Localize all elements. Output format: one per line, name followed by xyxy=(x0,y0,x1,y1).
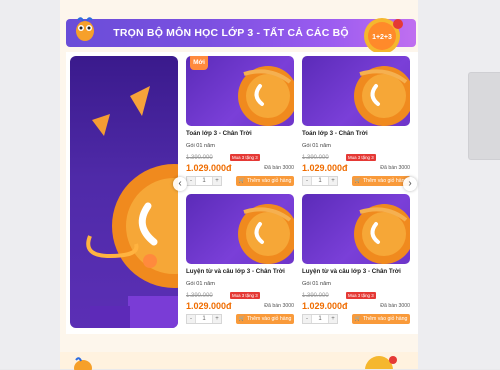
decrease-button[interactable]: - xyxy=(303,315,311,323)
thumbnail-art xyxy=(354,204,410,264)
current-price: 1.029.000đ xyxy=(302,301,348,311)
carousel-next-button[interactable]: › xyxy=(403,177,417,191)
promo-badge: Mua 3 tặng 3 xyxy=(346,292,376,299)
old-price: 1.390.000 xyxy=(302,293,329,299)
increase-button[interactable]: + xyxy=(213,177,221,185)
old-price: 1.390.000 xyxy=(302,155,329,161)
old-price: 1.390.000 xyxy=(186,155,213,161)
cart-icon: 🛒 xyxy=(354,178,362,184)
product-thumbnail[interactable] xyxy=(302,56,410,126)
product-plan: Gói 01 năm xyxy=(186,143,215,149)
hero-promo-image[interactable] xyxy=(70,56,178,328)
new-badge: Mới xyxy=(190,56,208,70)
add-to-cart-label: Thêm vào giỏ hàng xyxy=(247,316,292,322)
banner-title: TRỌN BỘ MÔN HỌC LỚP 3 - TẤT CẢ CÁC BỘ SÁ… xyxy=(113,27,349,39)
product-card[interactable]: Luyện từ và câu lớp 3 - Chân Trời Gói 01… xyxy=(186,194,294,326)
cart-icon: 🛒 xyxy=(354,316,362,322)
promo-badge: Mua 3 tặng 3 xyxy=(230,154,260,161)
quantity-stepper: - 1 + xyxy=(186,176,222,186)
product-card[interactable]: Mới Toán lớp 3 - Chân Trời Gói 01 năm 1.… xyxy=(186,56,294,188)
increase-button[interactable]: + xyxy=(329,315,337,323)
quantity-stepper: - 1 + xyxy=(302,176,338,186)
product-thumbnail[interactable]: Mới xyxy=(186,56,294,126)
carousel-prev-button[interactable]: ‹ xyxy=(173,177,187,191)
product-plan: Gói 01 năm xyxy=(186,281,215,287)
add-to-cart-button[interactable]: 🛒 Thêm vào giỏ hàng xyxy=(352,176,410,186)
product-title[interactable]: Toán lớp 3 - Chân Trời xyxy=(186,130,294,137)
product-thumbnail[interactable] xyxy=(186,194,294,264)
thumbnail-art xyxy=(354,66,410,126)
sold-count: Đã bán 3000 xyxy=(380,303,410,309)
add-to-cart-label: Thêm vào giỏ hàng xyxy=(363,178,408,184)
cart-icon: 🛒 xyxy=(238,178,246,184)
side-scroll-tab[interactable] xyxy=(468,72,500,160)
decrease-button[interactable]: - xyxy=(187,315,195,323)
increase-button[interactable]: + xyxy=(329,177,337,185)
add-to-cart-button[interactable]: 🛒 Thêm vào giỏ hàng xyxy=(236,176,294,186)
product-plan: Gói 01 năm xyxy=(302,143,331,149)
product-card[interactable]: Toán lớp 3 - Chân Trời Gói 01 năm 1.390.… xyxy=(302,56,410,188)
badge-text: 1+2+3 xyxy=(372,34,392,41)
thumbnail-art xyxy=(238,204,294,264)
promo-badge: Mua 3 tặng 3 xyxy=(230,292,260,299)
quantity-input[interactable]: 1 xyxy=(195,315,213,323)
product-title[interactable]: Luyện từ và câu lớp 3 - Chân Trời xyxy=(302,268,410,275)
math-badge-icon: 1+2+3 xyxy=(364,18,403,54)
add-to-cart-button[interactable]: 🛒 Thêm vào giỏ hàng xyxy=(236,314,294,324)
add-to-cart-button[interactable]: 🛒 Thêm vào giỏ hàng xyxy=(352,314,410,324)
cart-icon: 🛒 xyxy=(238,316,246,322)
promo-badge: Mua 3 tặng 3 xyxy=(346,154,376,161)
increase-button[interactable]: + xyxy=(213,315,221,323)
sold-count: Đã bán 3000 xyxy=(264,303,294,309)
product-plan: Gói 01 năm xyxy=(302,281,331,287)
current-price: 1.029.000đ xyxy=(186,163,232,173)
math-badge-icon xyxy=(365,356,397,369)
current-price: 1.029.000đ xyxy=(186,301,232,311)
left-margin xyxy=(0,0,60,369)
mascot-icon xyxy=(74,357,92,370)
quantity-stepper: - 1 + xyxy=(186,314,222,324)
hero-illustration xyxy=(86,86,178,328)
add-to-cart-label: Thêm vào giỏ hàng xyxy=(247,178,292,184)
decrease-button[interactable]: - xyxy=(187,177,195,185)
decrease-button[interactable]: - xyxy=(303,177,311,185)
quantity-input[interactable]: 1 xyxy=(195,177,213,185)
product-title[interactable]: Luyện từ và câu lớp 3 - Chân Trời xyxy=(186,268,294,275)
right-margin xyxy=(418,0,500,369)
add-to-cart-label: Thêm vào giỏ hàng xyxy=(363,316,408,322)
current-price: 1.029.000đ xyxy=(302,163,348,173)
product-card[interactable]: Luyện từ và câu lớp 3 - Chân Trời Gói 01… xyxy=(302,194,410,326)
quantity-stepper: - 1 + xyxy=(302,314,338,324)
sold-count: Đã bán 3000 xyxy=(264,165,294,171)
sold-count: Đã bán 3000 xyxy=(380,165,410,171)
quantity-input[interactable]: 1 xyxy=(311,315,329,323)
product-title[interactable]: Toán lớp 3 - Chân Trời xyxy=(302,130,410,137)
product-thumbnail[interactable] xyxy=(302,194,410,264)
mascot-icon xyxy=(76,17,94,41)
old-price: 1.390.000 xyxy=(186,293,213,299)
quantity-input[interactable]: 1 xyxy=(311,177,329,185)
